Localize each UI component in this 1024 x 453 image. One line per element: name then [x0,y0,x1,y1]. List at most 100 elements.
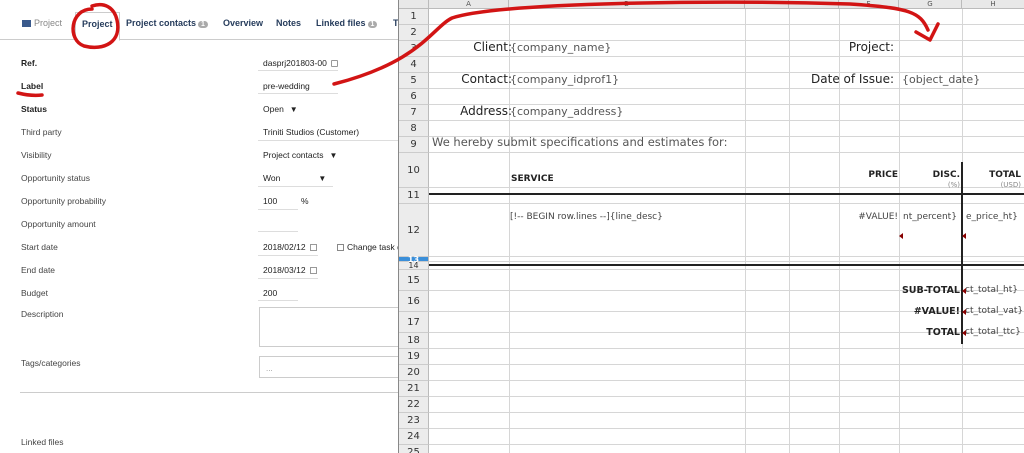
row-gridline [429,88,1024,89]
visibility-select[interactable]: Project contacts ▼ [263,150,337,160]
service-header[interactable]: SERVICE [511,174,554,184]
price-error-cell[interactable]: #VALUE! [858,212,898,222]
ref-underline [258,70,338,71]
client-label[interactable]: Client: [473,40,512,54]
row-header[interactable]: 20 [399,365,429,381]
intro-text[interactable]: We hereby submit specifications and esti… [432,135,727,149]
tab-notes[interactable]: Notes [276,18,301,28]
row-header[interactable]: 24 [399,429,429,445]
subtotal-value[interactable]: ct_total_ht} [965,285,1018,295]
row-header[interactable]: 25 [399,445,429,453]
contact-value[interactable]: {company_idprof1} [510,73,619,86]
tab-overview[interactable]: Overview [223,18,263,28]
disc-header[interactable]: DISC. [933,170,960,180]
comment-marker-icon [962,309,966,315]
opportunity-probability-label: Opportunity probability [21,196,107,206]
opportunity-amount-input[interactable] [258,231,298,232]
calendar-icon[interactable] [309,267,317,274]
end-date-input[interactable]: 2018/03/12 [263,265,317,275]
total-label[interactable]: TOTAL [926,327,960,338]
project-label[interactable]: Project: [849,40,894,54]
total-unit: (USD) [1000,181,1021,189]
total-value[interactable]: ct_total_ttc} [965,327,1021,337]
chevron-down-icon: ▼ [289,105,298,114]
budget-input[interactable]: 200 [263,288,277,298]
price-header[interactable]: PRICE [868,170,898,180]
comment-marker-icon [962,288,966,294]
client-value[interactable]: {company_name} [510,41,611,54]
row-header[interactable]: 12 [399,204,429,257]
info-icon [330,60,338,67]
row-header[interactable]: 18 [399,333,429,349]
linked-count-badge: 1 [367,21,378,28]
percent-unit: % [301,196,309,206]
column-header[interactable]: G [899,0,962,9]
row-header[interactable]: 21 [399,381,429,397]
column-header[interactable]: F [839,0,899,9]
line-desc-cell[interactable]: [!-- BEGIN row.lines --]{line_desc} [510,212,663,222]
status-select[interactable]: Open ▼ [263,104,298,114]
column-header[interactable]: B [509,0,745,9]
row-header[interactable]: 22 [399,397,429,413]
column-header[interactable] [789,0,839,9]
vat-value[interactable]: ct_total_vat} [965,306,1023,316]
row-gridline [429,24,1024,25]
row-header[interactable]: 10 [399,153,429,188]
row-header[interactable]: 5 [399,73,429,89]
column-gridline [745,9,746,453]
row-header[interactable]: 11 [399,188,429,204]
address-label[interactable]: Address: [460,104,512,118]
column-header[interactable]: H [962,0,1024,9]
row-header[interactable]: 7 [399,105,429,121]
calendar-icon[interactable] [309,244,317,251]
disc-unit: (%) [947,181,960,189]
row-gridline [429,261,1024,262]
price-ht-cell[interactable]: e_price_ht} [966,212,1018,222]
contact-label[interactable]: Contact: [461,72,512,86]
tab-linked-files[interactable]: Linked files 1 [316,18,378,28]
opportunity-probability-input[interactable]: 100 [263,196,277,206]
third-party-underline [258,140,408,141]
issue-date-value[interactable]: {object_date} [902,73,980,86]
select-all-corner[interactable] [399,0,429,9]
row-header[interactable]: 15 [399,270,429,291]
start-date-underline [258,255,318,256]
row-gridline [429,152,1024,153]
change-task-date-checkbox[interactable]: Change task d [337,242,402,252]
row-header[interactable]: 9 [399,137,429,153]
status-label: Status [21,104,47,114]
visibility-label: Visibility [21,150,52,160]
address-value[interactable]: {company_address} [510,105,623,118]
tab-project-contacts[interactable]: Project contacts 1 [126,18,208,28]
row-header[interactable]: 16 [399,291,429,312]
subtotal-label[interactable]: SUB-TOTAL [902,285,960,296]
row-header[interactable]: 23 [399,413,429,429]
row-header[interactable]: 6 [399,89,429,105]
row-gridline [429,269,1024,270]
label-input[interactable]: pre-wedding [263,81,310,91]
tags-label: Tags/categories [21,358,81,368]
spreadsheet[interactable]: ABFGH 1 2 3 4 5 6 7 8 9 10 11 12 13 14 15 16 17 18 19 20 21 2… [398,0,1024,453]
issue-date-label[interactable]: Date of Issue: [811,72,894,86]
tab-project[interactable]: Project [75,12,120,41]
ref-value[interactable]: dasprj201803-00 [263,58,338,68]
row-header[interactable]: 19 [399,349,429,365]
discount-percent-cell[interactable]: nt_percent} [903,212,957,222]
tab-project-card[interactable]: Project [22,18,62,28]
third-party-value[interactable]: Triniti Studios (Customer) [263,127,359,137]
row-header[interactable]: 2 [399,25,429,41]
column-header[interactable] [745,0,789,9]
checkbox-icon[interactable] [337,244,344,251]
total-header[interactable]: TOTAL [989,170,1021,180]
opportunity-status-select[interactable]: Won ▼ [263,173,326,183]
vat-label[interactable]: #VALUE! [914,306,960,317]
row-header[interactable]: 14 [399,262,429,270]
column-header[interactable]: A [429,0,509,9]
row-header[interactable]: 17 [399,312,429,333]
row-header[interactable]: 3 [399,41,429,57]
row-header[interactable]: 4 [399,57,429,73]
row-header[interactable]: 8 [399,121,429,137]
row-header[interactable]: 1 [399,9,429,25]
start-date-input[interactable]: 2018/02/12 [263,242,317,252]
opportunity-status-label: Opportunity status [21,173,90,183]
